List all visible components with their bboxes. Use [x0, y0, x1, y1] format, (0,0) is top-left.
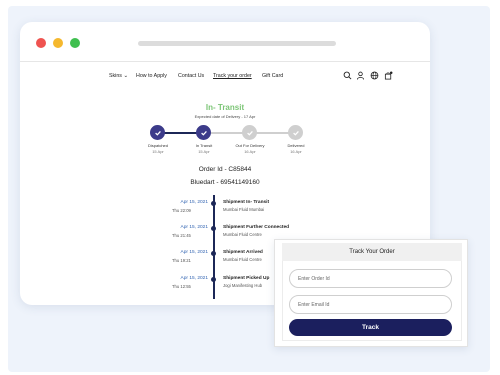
event-location: Jogi Manifesting Hub: [223, 283, 263, 288]
step-delivered-check-icon: [288, 125, 303, 140]
carrier-tracking-number: Bluedart - 69541149160: [190, 179, 260, 186]
step-in-transit-check-icon: [196, 125, 211, 140]
close-window-button[interactable]: [36, 38, 46, 48]
minimize-window-button[interactable]: [53, 38, 63, 48]
nav-item-gift-card[interactable]: Gift Card: [262, 73, 283, 79]
nav-item-skins[interactable]: Skins ⌄: [109, 73, 128, 79]
timeline-dot: [211, 201, 216, 206]
timeline-dot: [211, 251, 216, 256]
event-title: Shipment Arrived: [223, 250, 263, 255]
event-time: Thu 21:45: [172, 233, 191, 238]
timeline-event: Apr 15, 2021 Thu 22:09 Shipment In- Tran…: [160, 200, 290, 222]
event-time: Thu 22:09: [172, 208, 191, 213]
email-id-input[interactable]: [289, 295, 452, 314]
step-date: 15 Apr: [152, 149, 164, 154]
cart-icon[interactable]: [384, 71, 393, 80]
timeline-dot: [211, 277, 216, 282]
order-id-input[interactable]: [289, 269, 452, 288]
timeline-dot: [211, 226, 216, 231]
track-order-heading: Track Your Order: [282, 243, 462, 261]
event-location: Mumbai Fluid Centre: [223, 257, 262, 262]
event-date: Apr 15, 2021: [180, 225, 208, 230]
step-date: 16 Apr: [290, 149, 302, 154]
step-label: Dispatched: [147, 143, 168, 148]
event-date: Apr 15, 2021: [180, 250, 208, 255]
step-label: Out For Delivery: [235, 143, 265, 148]
track-button[interactable]: Track: [289, 319, 452, 336]
event-title: Shipment Picked Up: [223, 276, 270, 281]
step-date: 16 Apr: [244, 149, 256, 154]
window-titlebar: [20, 22, 430, 62]
nav-item-contact-us[interactable]: Contact Us: [178, 73, 204, 79]
event-location: Mumbai Fluid Mumbai: [223, 207, 265, 212]
maximize-window-button[interactable]: [70, 38, 80, 48]
chevron-down-icon: ⌄: [123, 73, 128, 79]
nav-item-how-to-apply[interactable]: How to Apply: [136, 73, 167, 79]
shipment-progress-tracker: Dispatched 15 Apr In Transit 15 Apr Out …: [140, 122, 310, 162]
address-bar[interactable]: [138, 41, 336, 46]
step-dispatched-check-icon: [150, 125, 165, 140]
event-title: Shipment In- Transit: [223, 200, 270, 205]
order-id: Order Id - C85844: [198, 166, 252, 173]
search-icon[interactable]: [343, 71, 352, 80]
shipment-status-title: In- Transit: [205, 103, 245, 112]
step-out-for-delivery-check-icon: [242, 125, 257, 140]
timeline-event: Apr 15, 2021 Thu 12:55 Shipment Picked U…: [160, 276, 290, 298]
expected-delivery-date: Expected date of Delivery - 17 Apr: [194, 114, 256, 119]
nav-item-track-order[interactable]: Track your order: [213, 73, 252, 79]
timeline-event: Apr 15, 2021 Thu 19:21 Shipment Arrived …: [160, 250, 290, 272]
event-date: Apr 15, 2021: [180, 276, 208, 281]
globe-icon[interactable]: [370, 71, 379, 80]
event-time: Thu 12:55: [172, 284, 191, 289]
event-date: Apr 15, 2021: [180, 200, 208, 205]
event-time: Thu 19:21: [172, 258, 191, 263]
timeline-event: Apr 15, 2021 Thu 21:45 Shipment Further …: [160, 225, 290, 247]
event-location: Mumbai Fluid Centre: [223, 232, 262, 237]
step-date: 15 Apr: [198, 149, 210, 154]
event-title: Shipment Further Connected: [223, 225, 290, 230]
step-label: In Transit: [195, 143, 213, 148]
user-icon[interactable]: [356, 71, 365, 80]
top-nav: Skins ⌄ How to Apply Contact Us Track yo…: [20, 70, 430, 84]
step-label: Delivered: [287, 143, 305, 148]
